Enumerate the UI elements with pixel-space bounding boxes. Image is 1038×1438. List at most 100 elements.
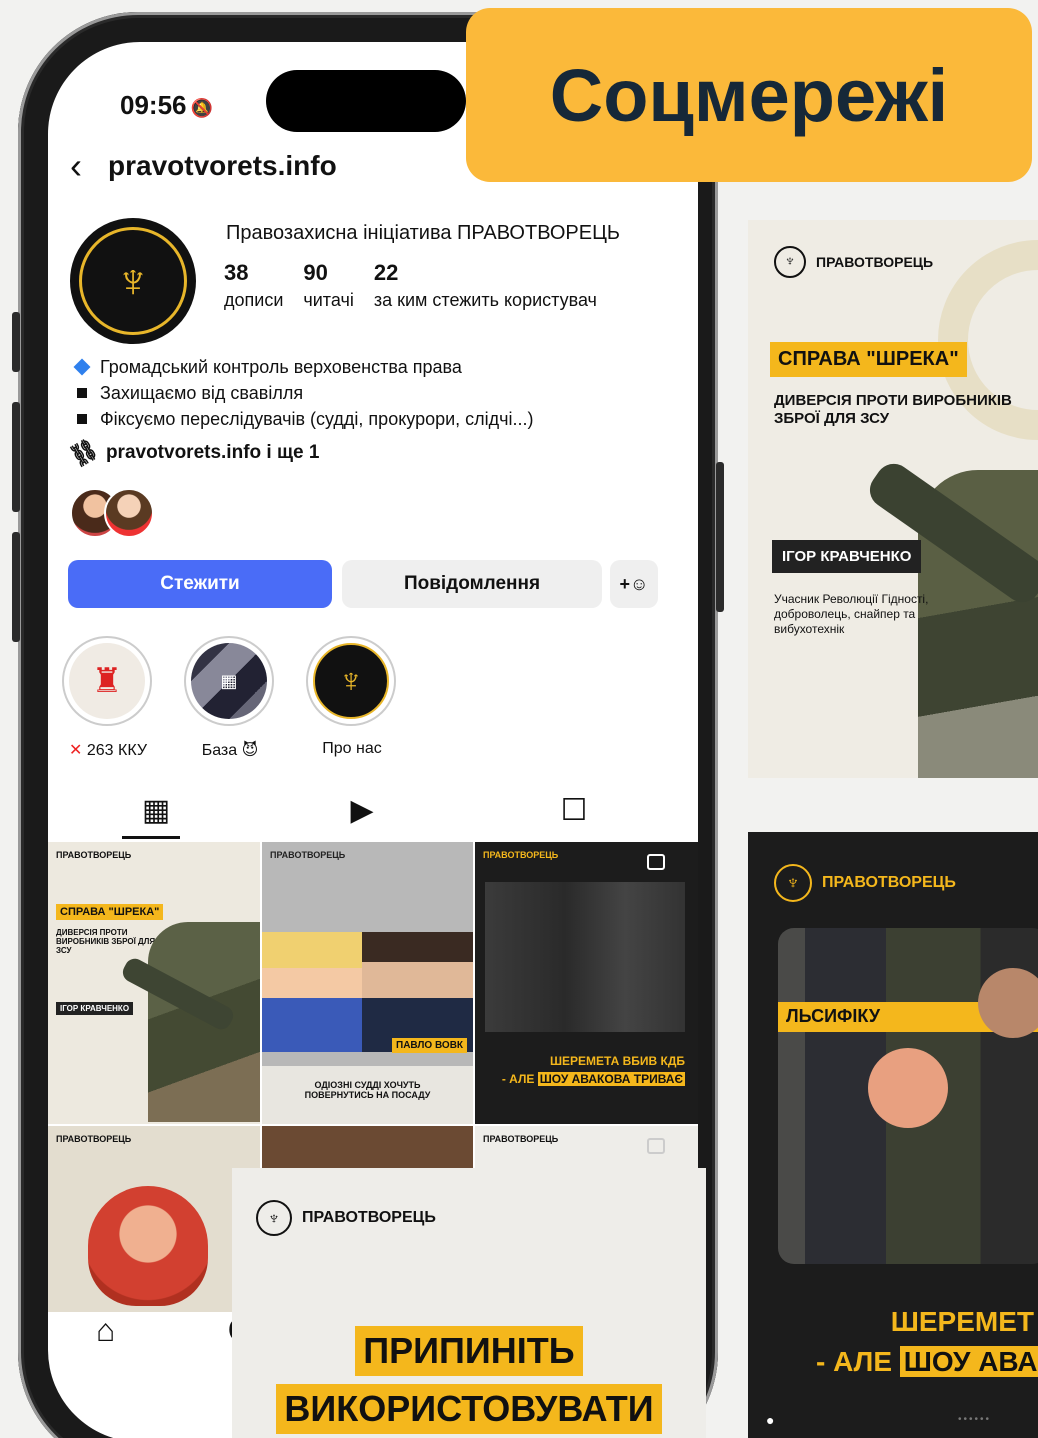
post-card-stop: ♆ ПРАВОТВОРЕЦЬ ПРИПИНІТЬ ВИКОРИСТОВУВАТИ — [232, 1168, 706, 1438]
post-headline-highlight: ШОУ АВАКОВА ТРИВАЄ — [537, 1072, 685, 1086]
card-headline: ВИКОРИСТОВУВАТИ — [276, 1384, 662, 1434]
stat-followers[interactable]: 90 читачі — [303, 260, 353, 311]
highlight-ring: ♜ — [62, 636, 152, 726]
dynamic-island — [266, 70, 466, 132]
stat-following-label: за ким стежить користувач — [373, 290, 597, 310]
brand-name: ПРАВОТВОРЕЦЬ — [816, 254, 934, 270]
brand-row: ♆ ПРАВОТВОРЕЦЬ — [774, 246, 933, 278]
scales-logo-icon: ♆ — [774, 246, 806, 278]
card-headline-highlight: ШОУ АВАКО — [899, 1346, 1038, 1377]
phone-power-button — [716, 462, 724, 612]
profile-bio: Громадський контроль верховенства права … — [72, 354, 534, 432]
highlight-baza[interactable]: ▦ База 😈 — [184, 636, 276, 760]
active-tab-indicator — [122, 836, 180, 839]
stat-followers-count: 90 — [303, 260, 328, 285]
stat-following[interactable]: 22 за ким стежить користувач — [374, 260, 597, 311]
post-card-sheremeta: ♆ ПРАВОТВОРЕЦЬ ЛЬСИФІКУ ШЕРЕМЕТ - АЛЕ ШО… — [748, 832, 1038, 1438]
devil-cartoon — [88, 1186, 208, 1306]
scales-logo-icon: ♆ — [256, 1200, 292, 1236]
post-title: СПРАВА "ШРЕКА" — [56, 904, 164, 920]
stat-posts-label: дописи — [224, 290, 284, 310]
profile-link-text: pravotvorets.info і ще 1 — [105, 442, 320, 463]
highlight-263[interactable]: ♜ ✕ 263 ККУ — [62, 636, 154, 760]
grid-icon[interactable]: ▦ — [126, 782, 186, 838]
stat-posts-count: 38 — [224, 260, 249, 285]
follower-avatar — [104, 488, 154, 538]
post-card-shrek: ♆ ПРАВОТВОРЕЦЬ СПРАВА "ШРЕКА" ДИВЕРСІЯ П… — [748, 220, 1038, 778]
post-tag: ПАВЛО ВОВК — [392, 1038, 468, 1053]
post-thumbnail[interactable]: ПРАВОТВОРЕЦЬ СПРАВА "ШРЕКА" ДИВЕРСІЯ ПРО… — [48, 842, 260, 1124]
post-thumbnail[interactable]: ПРАВОТВОРЕЦЬ ШЕРЕМЕТА ВБИВ КДБ - АЛЕ ШОУ… — [475, 842, 698, 1124]
post-brand: ПРАВОТВОРЕЦЬ — [483, 1134, 559, 1144]
judge-photo-right — [362, 932, 473, 1052]
story-highlights: ♜ ✕ 263 ККУ ▦ База 😈 ♆ Про нас — [62, 636, 398, 760]
post-caption: ОДІОЗНІ СУДДІ ХОЧУТЬ ПОВЕРНУТИСЬ НА ПОСА… — [262, 1066, 473, 1124]
highlight-about[interactable]: ♆ Про нас — [306, 636, 398, 760]
stat-posts[interactable]: 38 дописи — [224, 260, 283, 311]
highlight-label-text: 263 ККУ — [86, 742, 147, 759]
profile-name: Правозахисна ініціатива ПРАВОТВОРЕЦЬ — [226, 222, 621, 244]
woman-face — [868, 1048, 948, 1128]
post-thumbnail[interactable]: ПРАВОТВОРЕЦЬ ПАВЛО ВОВК ОДІОЗНІ СУДДІ ХО… — [262, 842, 473, 1124]
black-square-icon — [77, 388, 87, 398]
highlight-label: Про нас — [322, 740, 382, 757]
card-headline: ШЕРЕМЕТ — [890, 1306, 1034, 1337]
post-thumbnail[interactable]: ПРАВОТВОРЕЦЬ — [48, 1126, 260, 1312]
pagination-dots-icon: •••••• — [958, 1414, 992, 1425]
back-icon[interactable]: ‹ — [70, 148, 82, 184]
cross-icon: ✕ — [69, 742, 83, 759]
post-brand: ПРАВОТВОРЕЦЬ — [270, 850, 346, 860]
devil-emoji-icon: 😈 — [241, 742, 259, 759]
bio-line: Громадський контроль верховенства права — [100, 357, 462, 377]
highlight-ring: ▦ — [184, 636, 274, 726]
photo-collage-icon: ▦ — [191, 643, 267, 719]
carousel-icon — [647, 854, 665, 870]
card-subtitle: ДИВЕРСІЯ ПРОТИ ВИРОБНИКІВ ЗБРОЇ ДЛЯ ЗСУ — [774, 392, 1012, 427]
user-icon: ● — [766, 1412, 775, 1428]
card-headline: ПРИПИНІТЬ — [355, 1326, 583, 1376]
post-headline: ШЕРЕМЕТА ВБИВ КДБ — [549, 1054, 685, 1068]
avatar[interactable]: ♆ — [70, 218, 196, 344]
profile-link[interactable]: ⛓ pravotvorets.info і ще 1 — [65, 435, 320, 471]
profile-stats: 38 дописи 90 читачі 22 за ким стежить ко… — [224, 260, 597, 311]
highlight-ring: ♆ — [306, 636, 396, 726]
blue-diamond-icon — [73, 358, 91, 376]
follow-button[interactable]: Стежити — [68, 560, 332, 608]
judge-photo-left — [262, 932, 362, 1052]
add-person-icon[interactable]: +☺ — [610, 560, 658, 608]
people-photo: ЛЬСИФІКУ — [778, 928, 1038, 1264]
post-name: ІГОР КРАВЧЕНКО — [56, 1002, 134, 1015]
brand-row: ♆ ПРАВОТВОРЕЦЬ — [256, 1200, 436, 1236]
stat-followers-label: читачі — [303, 290, 354, 310]
black-square-icon — [77, 414, 87, 424]
tower-icon: ♜ — [69, 643, 145, 719]
soldier-photo — [148, 922, 260, 1122]
status-time: 09:56 🔕 — [120, 90, 213, 121]
highlight-label: База 😈 — [184, 740, 276, 760]
bio-line: Фіксуємо переслідувачів (судді, прокурор… — [100, 409, 534, 429]
brand-row: ♆ ПРАВОТВОРЕЦЬ — [774, 864, 956, 902]
brand-name: ПРАВОТВОРЕЦЬ — [302, 1209, 436, 1226]
home-icon[interactable]: ⌂ — [96, 1312, 115, 1349]
profile-handle: pravotvorets.info — [108, 150, 337, 181]
page-title: Соцмережі — [466, 8, 1032, 182]
post-brand: ПРАВОТВОРЕЦЬ — [483, 850, 559, 860]
message-button[interactable]: Повідомлення — [342, 560, 602, 608]
post-brand: ПРАВОТВОРЕЦЬ — [56, 1134, 132, 1144]
post-headline-part: - АЛЕ — [501, 1072, 535, 1086]
phone-side-button — [12, 312, 20, 372]
scales-logo-icon: ♆ — [774, 864, 812, 902]
card-headline-part: - АЛЕ — [816, 1346, 892, 1377]
tagged-icon[interactable]: ☐ — [544, 782, 604, 838]
person-description: Учасник Революції Гідності, доброволець,… — [774, 592, 929, 636]
phone-volume-down — [12, 532, 20, 642]
stat-following-count: 22 — [373, 260, 399, 285]
phone-volume-up — [12, 402, 20, 512]
highlight-label: ✕ 263 ККУ — [62, 740, 154, 760]
link-icon: ⛓ — [65, 434, 103, 471]
people-photo — [485, 882, 685, 1032]
scales-logo-icon: ♆ — [313, 643, 389, 719]
reels-icon[interactable]: ▶ — [332, 782, 392, 838]
mutual-followers[interactable] — [70, 488, 160, 542]
person-name: ІГОР КРАВЧЕНКО — [772, 540, 922, 573]
